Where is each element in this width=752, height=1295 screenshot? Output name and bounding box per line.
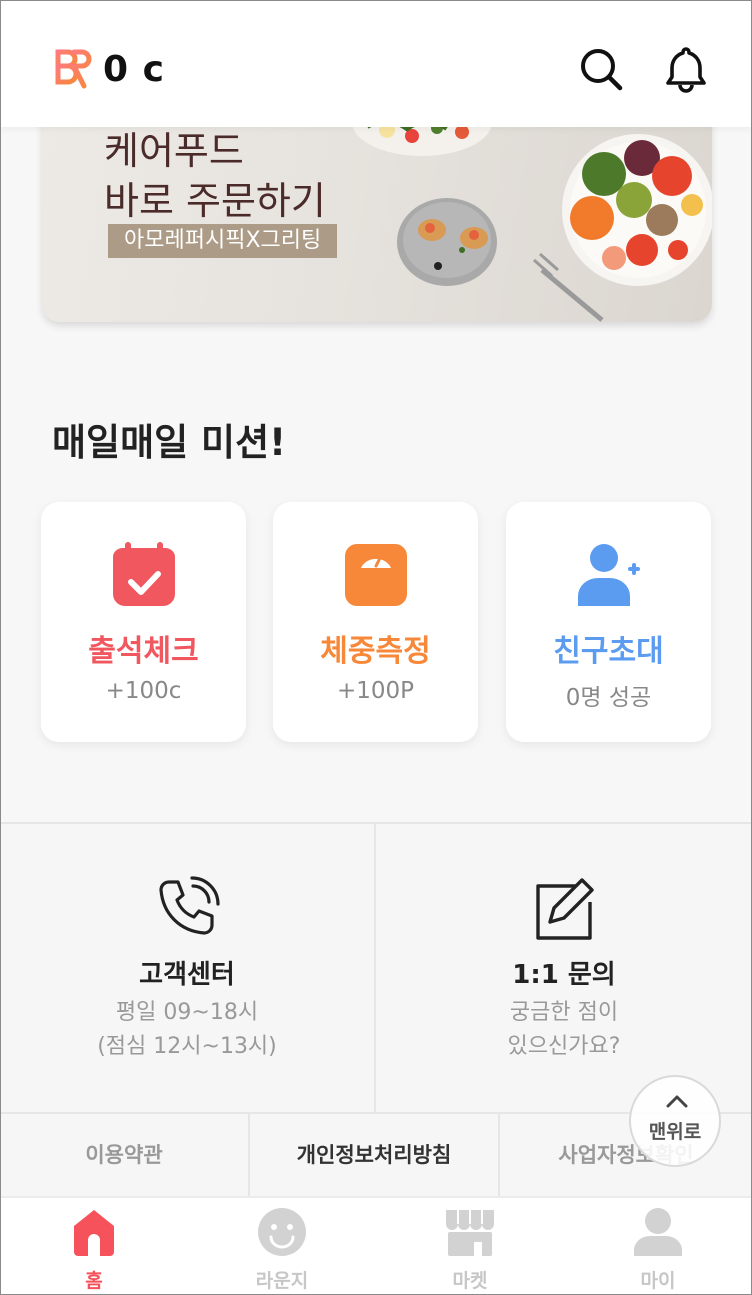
- tab-lounge[interactable]: 라운지: [188, 1198, 376, 1295]
- smile-icon: [258, 1208, 306, 1256]
- scroll-top-label: 맨위로: [648, 1121, 702, 1143]
- inquiry-title: 1:1 문의: [512, 960, 616, 990]
- customer-center-title: 고객센터: [139, 960, 235, 990]
- carefood-banner[interactable]: 케어푸드 바로 주문하기 아모레퍼시픽X그리팅: [42, 100, 712, 322]
- top-header: 0 c: [0, 0, 752, 127]
- support-section: 고객센터 평일 09~18시 (점심 12시~13시) 1:1 문의 궁금한 점…: [0, 822, 752, 1114]
- bell-icon: [666, 47, 706, 93]
- notification-button[interactable]: [662, 44, 710, 94]
- bottom-tab-bar: 홈 라운지 마켓 마이: [0, 1196, 752, 1295]
- scroll-top-button[interactable]: 맨위로: [629, 1075, 721, 1167]
- mission-card-attendance[interactable]: 출석체크 +100c: [41, 502, 246, 742]
- terms-link[interactable]: 이용약관: [0, 1114, 250, 1198]
- edit-icon: [536, 878, 594, 940]
- mission-label: 체중측정: [320, 634, 431, 669]
- store-icon: [446, 1210, 494, 1256]
- calendar-check-icon: [113, 542, 175, 606]
- mission-card-invite[interactable]: 친구초대 0명 성공: [506, 502, 711, 742]
- tab-label: 마켓: [452, 1270, 488, 1292]
- tab-label: 라운지: [255, 1270, 309, 1292]
- hours-line: 평일 09~18시: [115, 1000, 259, 1025]
- mission-label: 출석체크: [88, 634, 199, 669]
- search-button[interactable]: [576, 44, 624, 94]
- scale-icon: [345, 544, 407, 606]
- customer-center-button[interactable]: 고객센터 평일 09~18시 (점심 12시~13시): [0, 824, 376, 1114]
- mission-section-title: 매일매일 미션!: [52, 421, 286, 464]
- lunch-line: (점심 12시~13시): [97, 1034, 277, 1059]
- chevron-up-icon: [666, 1095, 688, 1108]
- brand-logo-icon[interactable]: [50, 48, 92, 90]
- privacy-policy-link[interactable]: 개인정보처리방침: [250, 1114, 500, 1198]
- tab-label: 홈: [85, 1270, 103, 1292]
- phone-icon: [159, 876, 220, 935]
- tab-home[interactable]: 홈: [0, 1198, 188, 1295]
- inquiry-button[interactable]: 1:1 문의 궁금한 점이 있으신가요?: [376, 824, 752, 1114]
- mission-reward: 0명 성공: [565, 685, 652, 711]
- point-balance: 0 c: [103, 49, 165, 90]
- banner-tag: 아모레퍼시픽X그리팅: [108, 224, 338, 258]
- mission-reward: +100P: [336, 678, 415, 704]
- tab-market[interactable]: 마켓: [376, 1198, 564, 1295]
- tab-my[interactable]: 마이: [564, 1198, 752, 1295]
- mission-label: 친구초대: [553, 634, 664, 669]
- tab-label: 마이: [640, 1270, 676, 1292]
- search-icon: [581, 49, 623, 91]
- home-icon: [74, 1210, 114, 1256]
- banner-title: 케어푸드 바로 주문하기: [104, 129, 326, 223]
- inquiry-line: 있으신가요?: [507, 1034, 621, 1059]
- user-icon: [634, 1208, 682, 1256]
- inquiry-line: 궁금한 점이: [509, 1000, 619, 1025]
- inquiry-desc: 궁금한 점이 있으신가요?: [376, 996, 752, 1064]
- mission-reward: +100c: [105, 678, 182, 704]
- mission-card-weight[interactable]: 체중측정 +100P: [273, 502, 478, 742]
- add-user-icon: [578, 544, 640, 606]
- customer-center-hours: 평일 09~18시 (점심 12시~13시): [0, 996, 374, 1064]
